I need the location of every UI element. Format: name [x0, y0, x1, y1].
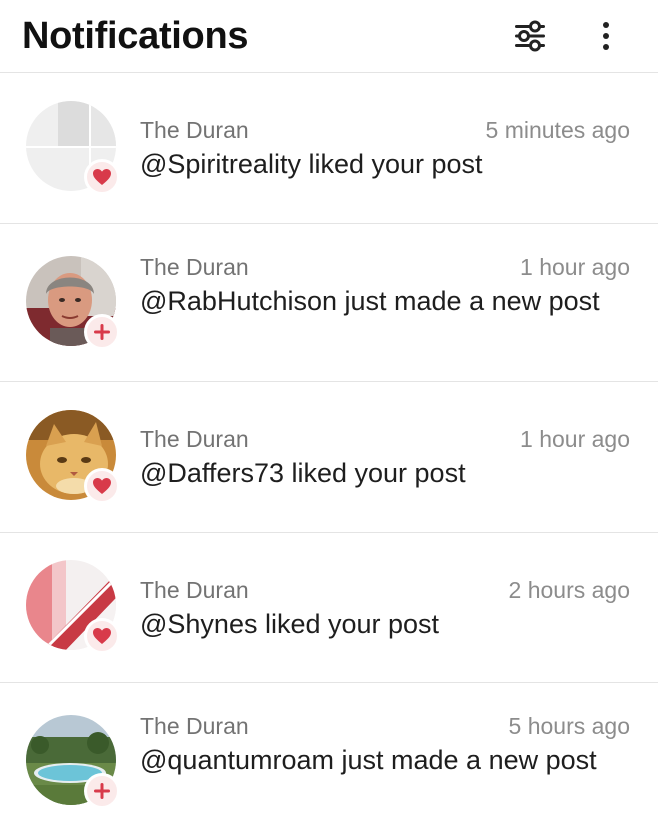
avatar[interactable] [26, 715, 120, 809]
notification-message: @Daffers73 liked your post [140, 458, 466, 488]
avatar[interactable] [26, 410, 120, 504]
heart-icon [93, 478, 111, 494]
notification-source: The Duran [140, 577, 249, 603]
new-post-badge [84, 314, 120, 350]
avatar[interactable] [26, 256, 120, 350]
heart-icon [93, 628, 111, 644]
notification-time: 1 hour ago [520, 254, 630, 280]
notification-item[interactable]: The Duran 5 hours ago @quantumroam just … [0, 683, 658, 833]
notification-content: The Duran 1 hour ago @RabHutchison just … [140, 254, 630, 319]
notification-message: @Shynes liked your post [140, 609, 440, 639]
notification-message: @Spiritreality liked your post [140, 149, 483, 179]
notification-time: 2 hours ago [508, 577, 630, 603]
sliders-icon[interactable] [512, 18, 548, 54]
notification-content: The Duran 1 hour ago @Daffers73 liked yo… [140, 426, 630, 491]
like-badge [84, 618, 120, 654]
notification-source: The Duran [140, 713, 249, 739]
app-header: Notifications [0, 0, 658, 73]
new-post-badge [84, 773, 120, 809]
heart-icon [93, 169, 111, 185]
header-actions [512, 18, 624, 54]
avatar[interactable] [26, 101, 120, 195]
notification-list: The Duran 5 minutes ago @Spiritreality l… [0, 73, 658, 833]
notification-time: 1 hour ago [520, 426, 630, 452]
notification-message: @RabHutchison just made a new post [140, 286, 600, 316]
avatar[interactable] [26, 560, 120, 654]
page-title: Notifications [22, 14, 249, 57]
notification-time: 5 minutes ago [485, 117, 630, 143]
like-badge [84, 468, 120, 504]
notification-message: @quantumroam just made a new post [140, 745, 597, 775]
like-badge [84, 159, 120, 195]
notification-content: The Duran 5 minutes ago @Spiritreality l… [140, 117, 630, 182]
notification-content: The Duran 5 hours ago @quantumroam just … [140, 713, 630, 778]
notification-source: The Duran [140, 117, 249, 143]
notification-item[interactable]: The Duran 5 minutes ago @Spiritreality l… [0, 73, 658, 224]
notification-source: The Duran [140, 254, 249, 280]
notification-content: The Duran 2 hours ago @Shynes liked your… [140, 577, 630, 642]
notification-time: 5 hours ago [508, 713, 630, 739]
notification-item[interactable]: The Duran 1 hour ago @RabHutchison just … [0, 224, 658, 382]
plus-icon [94, 783, 110, 799]
notification-source: The Duran [140, 426, 249, 452]
notification-item[interactable]: The Duran 1 hour ago @Daffers73 liked yo… [0, 382, 658, 533]
more-vertical-icon[interactable] [588, 18, 624, 54]
notification-item[interactable]: The Duran 2 hours ago @Shynes liked your… [0, 533, 658, 683]
plus-icon [94, 324, 110, 340]
